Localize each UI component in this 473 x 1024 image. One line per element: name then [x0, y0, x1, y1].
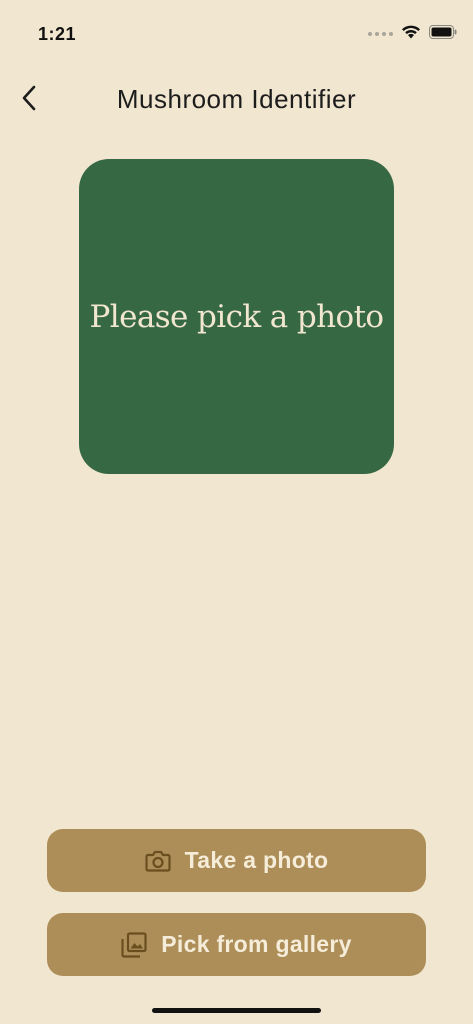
home-indicator[interactable] [152, 1008, 321, 1013]
pick-from-gallery-button[interactable]: Pick from gallery [47, 913, 426, 976]
cellular-signal-icon [368, 32, 393, 36]
status-icons [368, 24, 457, 44]
take-photo-label: Take a photo [184, 847, 329, 873]
page-title: Mushroom Identifier [116, 84, 357, 114]
camera-icon [145, 849, 171, 873]
status-time: 1:21 [38, 24, 77, 44]
wifi-icon [401, 24, 421, 44]
photo-preview: Please pick a photo [79, 159, 394, 474]
navigation-bar: Mushroom Identifier [0, 74, 473, 124]
battery-icon [429, 24, 457, 44]
photo-placeholder-text: Please pick a photo [89, 298, 385, 335]
take-photo-button[interactable]: Take a photo [47, 829, 426, 892]
photo-library-icon [121, 931, 147, 958]
status-bar: 1:21 [0, 0, 473, 70]
pick-from-gallery-label: Pick from gallery [161, 931, 352, 957]
